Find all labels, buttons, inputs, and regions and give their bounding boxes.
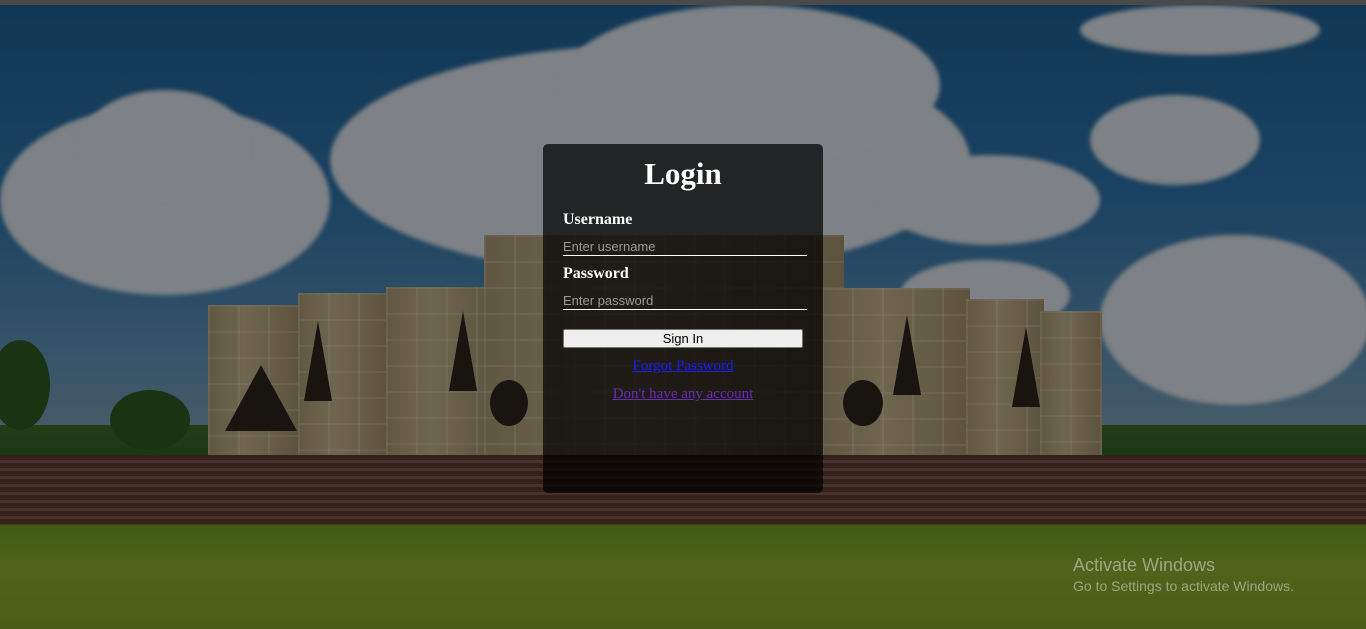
username-label: Username (563, 211, 633, 228)
password-input[interactable] (563, 291, 807, 310)
watermark-subtitle: Go to Settings to activate Windows. (1073, 578, 1294, 594)
login-card: Login Username Password Sign In Forgot P… (543, 144, 823, 493)
forgot-password-link[interactable]: Forgot Password (543, 358, 823, 375)
activate-windows-watermark: Activate Windows Go to Settings to activ… (1073, 555, 1294, 594)
sign-in-button[interactable]: Sign In (563, 329, 803, 348)
watermark-title: Activate Windows (1073, 555, 1216, 575)
login-title: Login (644, 156, 722, 191)
password-label: Password (563, 265, 629, 282)
register-link[interactable]: Don't have any account (543, 386, 823, 403)
username-input[interactable] (563, 237, 807, 256)
